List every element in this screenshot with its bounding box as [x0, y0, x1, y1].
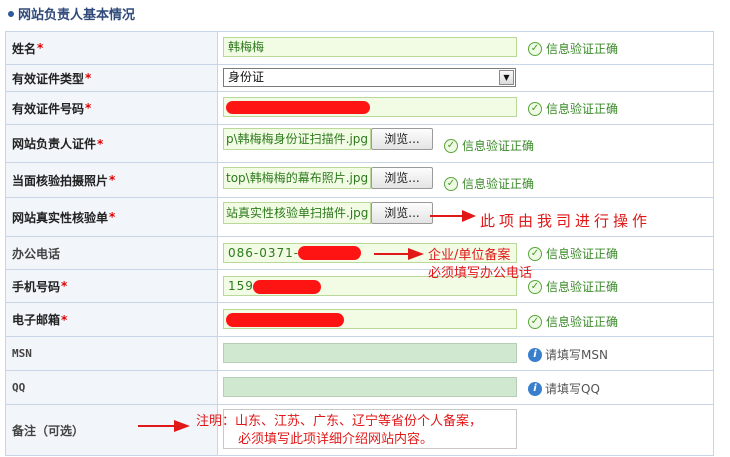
- remark-annotation-line2: 必须填写此项详细介绍网站内容。: [238, 432, 434, 447]
- redaction-mark: [226, 313, 344, 327]
- id-type-select[interactable]: 身份证 ▼: [223, 68, 516, 87]
- browse-button[interactable]: 浏览...: [371, 202, 433, 224]
- row-mobile: 手机号码 * 159 ✓ 信息验证正确: [5, 270, 714, 303]
- check-icon: ✓: [528, 41, 542, 56]
- valid-status: ✓ 信息验证正确: [528, 245, 618, 262]
- field-label: 有效证件号码 *: [6, 92, 218, 124]
- field-label: 手机号码 *: [6, 270, 218, 302]
- row-email: 电子邮箱 * ✓ 信息验证正确: [5, 303, 714, 337]
- operate-annotation: 此项由我司进行操作: [480, 212, 652, 230]
- field-label: 电子邮箱 *: [6, 303, 218, 336]
- valid-status: ✓ 信息验证正确: [444, 137, 534, 154]
- row-id-type: 有效证件类型 * 身份证 ▼: [5, 65, 714, 92]
- check-icon: ✓: [528, 279, 542, 294]
- redaction-mark: [298, 246, 361, 260]
- chevron-down-icon[interactable]: ▼: [499, 70, 514, 85]
- row-msn: MSN i 请填写MSN: [5, 337, 714, 371]
- valid-status: ✓ 信息验证正确: [528, 40, 618, 57]
- info-icon: i: [528, 347, 542, 362]
- valid-status: ✓ 信息验证正确: [528, 313, 618, 330]
- row-photo: 当面核验拍摄照片 * top\韩梅梅的幕布照片.jpg 浏览... ✓ 信息验证正确: [5, 163, 714, 198]
- valid-status: ✓ 信息验证正确: [528, 100, 618, 117]
- msn-hint: i 请填写MSN: [528, 346, 608, 363]
- check-icon: ✓: [528, 314, 542, 329]
- field-label: 办公电话: [6, 237, 218, 269]
- valid-status: ✓ 信息验证正确: [444, 175, 534, 192]
- annotation-arrow: [374, 248, 424, 260]
- row-id-number: 有效证件号码 * ✓ 信息验证正确: [5, 92, 714, 125]
- name-input[interactable]: 韩梅梅: [223, 37, 517, 57]
- field-label: QQ: [6, 371, 218, 404]
- phone-annotation-line2: 必须填写办公电话: [428, 266, 533, 281]
- field-label: 当面核验拍摄照片 *: [6, 163, 218, 197]
- remark-annotation-line1: 注明：山东、江苏、广东、辽宁等省份个人备案，: [196, 414, 483, 429]
- redaction-mark: [253, 280, 321, 294]
- verify-form-file-input[interactable]: 站真实性核验单扫描件.jpg: [223, 202, 371, 224]
- browse-button[interactable]: 浏览...: [371, 128, 433, 150]
- field-label: 姓名 *: [6, 32, 218, 64]
- owner-info-form: 姓名 * 韩梅梅 ✓ 信息验证正确 有效证件类型 * 身份证 ▼ 有效证件号码 * ✓ 信息…: [5, 31, 714, 456]
- id-scan-file-input[interactable]: p\韩梅梅身份证扫描件.jpg: [223, 128, 371, 150]
- bullet-icon: [8, 10, 14, 17]
- field-label: MSN: [6, 337, 218, 370]
- field-label: 网站真实性核验单 *: [6, 198, 218, 236]
- msn-input[interactable]: [223, 343, 517, 363]
- check-icon: ✓: [444, 176, 458, 191]
- annotation-arrow: [430, 210, 476, 222]
- check-icon: ✓: [528, 246, 542, 261]
- phone-annotation-line1: 企业/单位备案: [428, 248, 511, 263]
- row-id-scan: 网站负责人证件 * p\韩梅梅身份证扫描件.jpg 浏览... ✓ 信息验证正确: [5, 125, 714, 163]
- photo-file-input[interactable]: top\韩梅梅的幕布照片.jpg: [223, 167, 371, 189]
- section-title: 网站负责人基本情况: [8, 6, 135, 26]
- row-name: 姓名 * 韩梅梅 ✓ 信息验证正确: [5, 32, 714, 65]
- browse-button[interactable]: 浏览...: [371, 167, 433, 189]
- valid-status: ✓ 信息验证正确: [528, 278, 618, 295]
- check-icon: ✓: [444, 138, 458, 153]
- row-office-phone: 办公电话 086-0371-5 ✓ 信息验证正确: [5, 237, 714, 270]
- qq-input[interactable]: [223, 377, 517, 397]
- row-qq: QQ i 请填写QQ: [5, 371, 714, 405]
- field-label: 网站负责人证件 *: [6, 125, 218, 162]
- qq-hint: i 请填写QQ: [528, 380, 600, 397]
- annotation-arrow: [138, 420, 190, 432]
- redaction-mark: [226, 101, 370, 114]
- check-icon: ✓: [528, 101, 542, 116]
- info-icon: i: [528, 381, 542, 396]
- field-label: 有效证件类型 *: [6, 65, 218, 91]
